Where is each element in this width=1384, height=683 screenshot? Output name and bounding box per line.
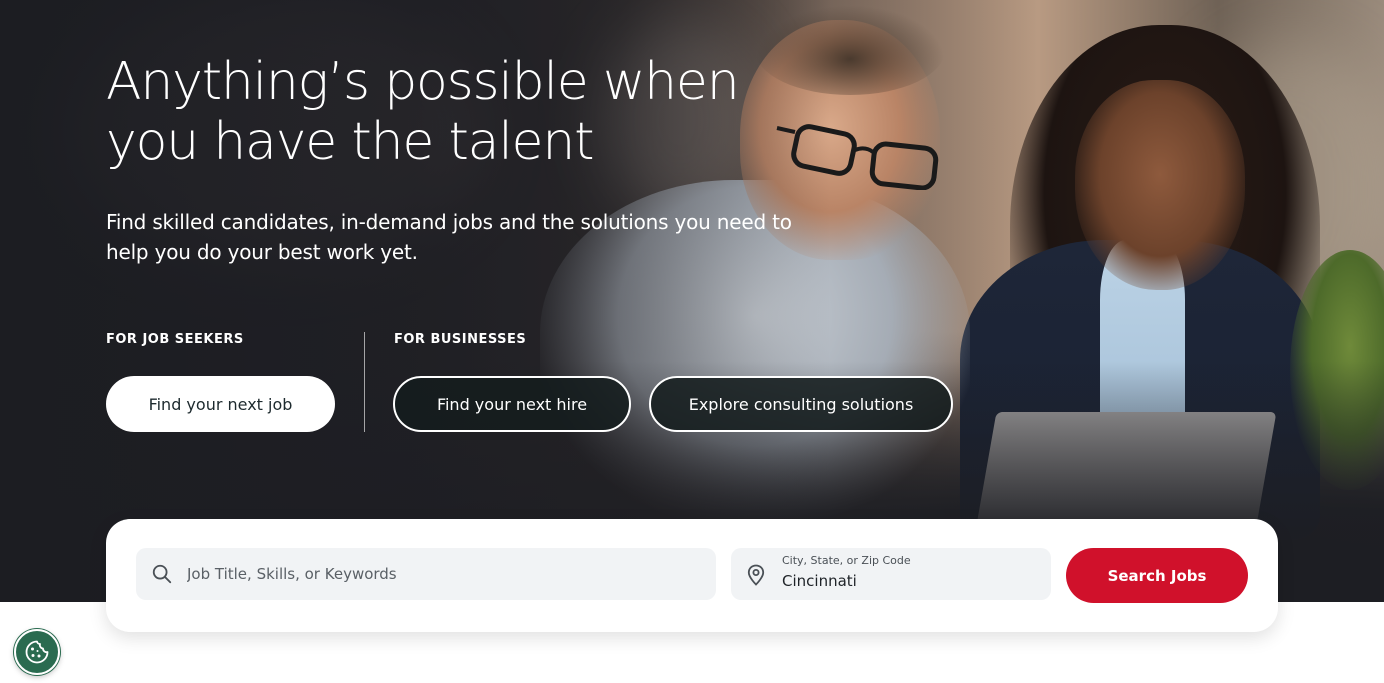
section-divider [364, 332, 365, 432]
search-jobs-button[interactable]: Search Jobs [1066, 548, 1248, 603]
location-input[interactable] [782, 572, 1032, 590]
location-field[interactable]: City, State, or Zip Code [731, 548, 1051, 600]
cookie-settings-button[interactable] [14, 629, 60, 675]
location-pin-icon [747, 564, 765, 586]
businesses-label: FOR BUSINESSES [394, 332, 527, 347]
cookie-icon [25, 640, 49, 664]
hero-headline: Anything’s possible when you have the ta… [106, 52, 740, 172]
location-field-label: City, State, or Zip Code [782, 554, 911, 567]
keywords-input[interactable] [187, 565, 687, 583]
job-search-form: City, State, or Zip Code Search Jobs [106, 519, 1278, 632]
find-job-button[interactable]: Find your next job [106, 376, 335, 432]
search-icon [152, 564, 172, 584]
keywords-field[interactable] [136, 548, 716, 600]
find-hire-button[interactable]: Find your next hire [393, 376, 631, 432]
hero-banner: Anything’s possible when you have the ta… [0, 0, 1384, 602]
job-seekers-label: FOR JOB SEEKERS [106, 332, 244, 347]
hero-subheadline: Find skilled candidates, in-demand jobs … [106, 210, 792, 264]
explore-consulting-button[interactable]: Explore consulting solutions [649, 376, 953, 432]
